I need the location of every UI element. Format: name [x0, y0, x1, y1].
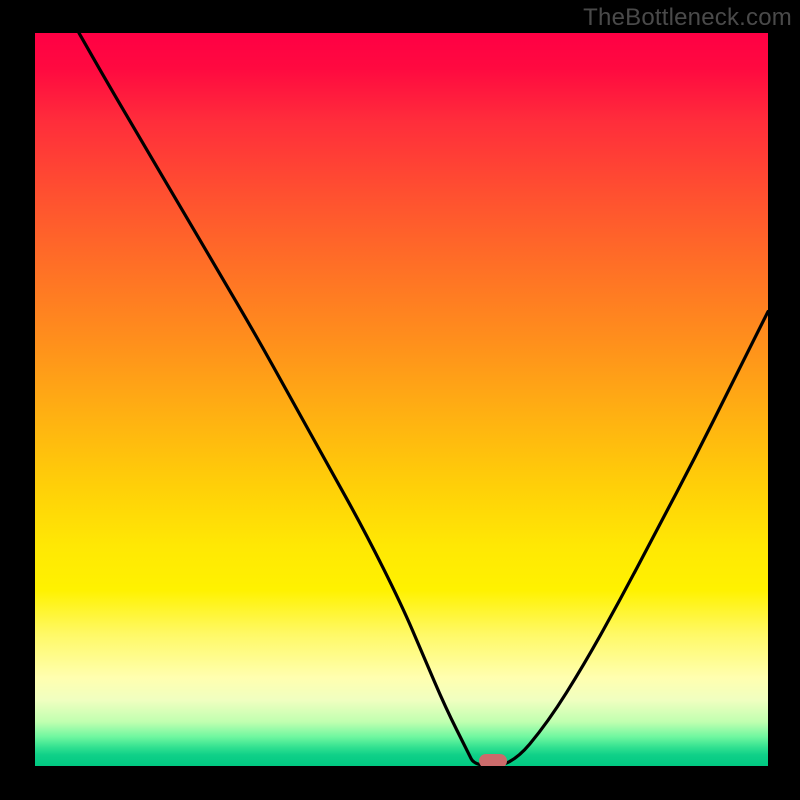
watermark-text: TheBottleneck.com — [583, 4, 792, 32]
optimal-marker — [479, 754, 507, 766]
bottleneck-curve-line — [79, 33, 768, 766]
plot-area — [35, 33, 768, 766]
curve-layer — [35, 33, 768, 766]
bottleneck-chart: TheBottleneck.com — [0, 0, 800, 800]
